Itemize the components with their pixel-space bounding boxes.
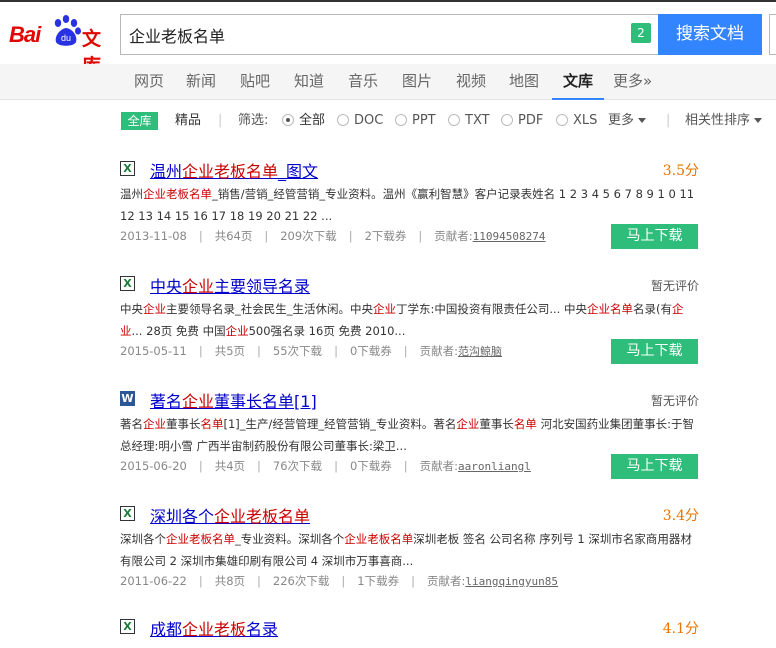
nav-tieba[interactable]: 贴吧	[240, 64, 270, 100]
sort-dropdown[interactable]: 相关性排序	[685, 113, 763, 129]
filter-more-label: 更多	[608, 113, 635, 128]
type-txt-label[interactable]: TXT	[465, 113, 490, 129]
result-coupons: 2下载券	[364, 229, 407, 243]
download-button[interactable]: 马上下载	[611, 224, 698, 249]
result-title-link[interactable]: 温州企业老板名单_图文	[150, 158, 318, 182]
result-rating: 暂无评价	[650, 279, 699, 293]
filter-divider: |	[218, 113, 223, 128]
radio-xls[interactable]	[556, 114, 568, 126]
result-coupons: 0下载券	[349, 459, 392, 473]
baidu-wenku-logo[interactable]: Bai du 文库	[9, 14, 114, 77]
nav-zhidao[interactable]: 知道	[294, 64, 324, 100]
search-badge[interactable]: 2	[631, 23, 651, 43]
result-date: 2011-06-22	[120, 574, 187, 588]
nav-more[interactable]: 更多»	[613, 64, 652, 100]
chevron-down-icon	[754, 118, 763, 123]
download-button[interactable]: 马上下载	[611, 339, 698, 364]
filter-premium[interactable]: 精品	[175, 113, 201, 129]
type-ppt-label[interactable]: PPT	[412, 113, 436, 129]
nav-news[interactable]: 新闻	[186, 64, 216, 100]
type-pdf-label[interactable]: PDF	[518, 113, 543, 129]
result-pages: 共8页	[214, 574, 246, 588]
baidu-paw-icon: du	[54, 15, 81, 46]
result-snippet: 温州企业老板名单_销售/营销_经管营销_专业资料。温州《赢利智慧》客户记录表姓名…	[120, 187, 695, 223]
result-meta: 2013-11-08 | 共64页 | 209次下载 | 2下载券 | 贡献者:11094508…	[120, 229, 546, 243]
result-title-link[interactable]: 深圳各个企业老板名单	[150, 503, 310, 527]
result-coupons: 1下载券	[357, 574, 400, 588]
nav-music[interactable]: 音乐	[348, 64, 378, 100]
type-xls-label[interactable]: XLS	[573, 113, 597, 129]
word-file-icon: W	[120, 391, 135, 406]
nav-web[interactable]: 网页	[134, 64, 164, 100]
result-date: 2015-05-11	[120, 344, 187, 358]
nav-video[interactable]: 视频	[456, 64, 486, 100]
result-date: 2015-06-20	[120, 459, 187, 473]
filter-divider-2: |	[666, 113, 671, 128]
radio-doc[interactable]	[337, 114, 349, 126]
result-contributor-link[interactable]: 11094508274	[473, 230, 546, 243]
excel-file-icon: X	[120, 506, 135, 521]
nav-map[interactable]: 地图	[509, 64, 539, 100]
result-downloads: 55次下载	[272, 344, 323, 358]
result-title-link[interactable]: 中央企业主要领导名录	[150, 273, 310, 297]
filter-more[interactable]: 更多	[608, 113, 647, 129]
result-title-link[interactable]: 成都企业老板名录	[150, 616, 278, 640]
result-pages: 共4页	[214, 459, 246, 473]
excel-file-icon: X	[120, 619, 135, 634]
nav-images[interactable]: 图片	[402, 64, 432, 100]
chevron-down-icon	[638, 118, 647, 123]
result-meta: 2015-05-11 | 共5页 | 55次下载 | 0下载券 | 贡献者:范沟鲸脑	[120, 344, 503, 358]
result-contributor-link[interactable]: 范沟鲸脑	[458, 345, 502, 358]
filter-all-library[interactable]: 全库	[121, 112, 158, 130]
header-edge-box	[769, 14, 776, 55]
result-contributor-label: 贡献者:	[419, 459, 459, 473]
result-coupons: 0下载券	[349, 344, 392, 358]
search-button[interactable]: 搜索文档	[658, 14, 762, 55]
sort-label: 相关性排序	[685, 113, 751, 128]
result-rating: 3.4分	[662, 508, 699, 524]
excel-file-icon: X	[120, 161, 135, 176]
result-snippet: 中央企业主要领导名录_社会民生_生活休闲。中央企业丁学东:中国投资有限责任公司.…	[120, 302, 684, 338]
result-downloads: 209次下载	[280, 229, 337, 243]
result-meta: 2011-06-22 | 共8页 | 226次下载 | 1下载券 | 贡献者:liangqing…	[120, 574, 559, 588]
result-meta: 2015-06-20 | 共4页 | 76次下载 | 0下载券 | 贡献者:aaronliang…	[120, 459, 531, 473]
result-pages: 共64页	[214, 229, 253, 243]
category-nav: 网页 新闻 贴吧 知道 音乐 图片 视频 地图 文库 更多»	[0, 64, 776, 100]
result-snippet: 深圳各个企业老板名单_专业资料。深圳各个企业老板名单深圳老板 签名 公司名称 序…	[120, 532, 692, 568]
excel-file-icon: X	[120, 276, 135, 291]
result-contributor-label: 贡献者:	[426, 574, 466, 588]
result-rating: 3.5分	[662, 163, 699, 179]
radio-ppt[interactable]	[395, 114, 407, 126]
download-button[interactable]: 马上下载	[611, 454, 698, 479]
result-date: 2013-11-08	[120, 229, 187, 243]
logo-du-text: du	[61, 33, 71, 43]
result-downloads: 76次下载	[272, 459, 323, 473]
radio-all[interactable]	[282, 114, 294, 126]
result-pages: 共5页	[214, 344, 246, 358]
radio-txt[interactable]	[448, 114, 460, 126]
filter-bar: 全库 精品 | 筛选: 全部 DOC PPT TXT PDF XLS 更多 | …	[0, 100, 776, 142]
result-rating: 4.1分	[662, 621, 699, 637]
result-title-link[interactable]: 著名企业董事长名单[1]	[150, 388, 317, 412]
result-contributor-link[interactable]: aaronliangl	[458, 460, 531, 473]
type-all-label[interactable]: 全部	[299, 113, 325, 129]
nav-wenku[interactable]: 文库	[552, 64, 604, 100]
result-snippet: 著名企业董事长名单[1]_生产/经营管理_经管营销_专业资料。著名企业董事长名单…	[120, 417, 694, 453]
result-rating: 暂无评价	[650, 394, 699, 408]
result-contributor-label: 贡献者:	[434, 229, 473, 243]
result-contributor-link[interactable]: liangqingyun85	[465, 575, 558, 588]
result-downloads: 226次下载	[272, 574, 330, 588]
result-contributor-label: 贡献者:	[419, 344, 459, 358]
type-doc-label[interactable]: DOC	[354, 113, 383, 129]
filter-label: 筛选:	[238, 113, 269, 128]
search-box: 2	[120, 14, 658, 55]
logo-bai-text: Bai	[9, 22, 41, 47]
search-input[interactable]	[121, 15, 621, 54]
header: Bai du 文库 2 搜索文档	[0, 0, 776, 77]
radio-pdf[interactable]	[501, 114, 513, 126]
